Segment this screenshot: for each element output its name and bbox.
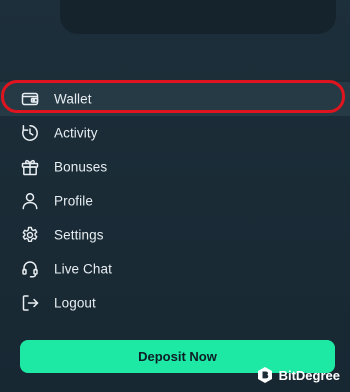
user-icon	[21, 192, 39, 210]
headset-icon	[21, 260, 39, 278]
menu-item-profile[interactable]: Profile	[0, 184, 350, 218]
bitdegree-watermark: BitDegree	[256, 366, 340, 384]
menu-item-label: Settings	[54, 227, 104, 243]
menu-item-label: Activity	[54, 125, 98, 141]
gift-icon	[21, 158, 39, 176]
watermark-text: BitDegree	[278, 367, 340, 383]
logout-icon	[21, 294, 39, 312]
menu-item-label: Profile	[54, 193, 93, 209]
balance-card	[60, 0, 336, 34]
menu-item-settings[interactable]: Settings	[0, 218, 350, 252]
menu-item-label: Logout	[54, 295, 96, 311]
bitdegree-logo-icon	[256, 366, 274, 384]
menu-item-bonuses[interactable]: Bonuses	[0, 150, 350, 184]
menu-item-label: Live Chat	[54, 261, 112, 277]
menu-item-logout[interactable]: Logout	[0, 286, 350, 320]
gear-icon	[21, 226, 39, 244]
menu-item-live-chat[interactable]: Live Chat	[0, 252, 350, 286]
menu-item-activity[interactable]: Activity	[0, 116, 350, 150]
activity-clock-icon	[21, 124, 39, 142]
menu-item-label: Bonuses	[54, 159, 108, 175]
menu-item-label: Wallet	[54, 91, 92, 107]
wallet-icon	[21, 90, 39, 108]
menu-item-wallet[interactable]: Wallet	[0, 82, 350, 116]
